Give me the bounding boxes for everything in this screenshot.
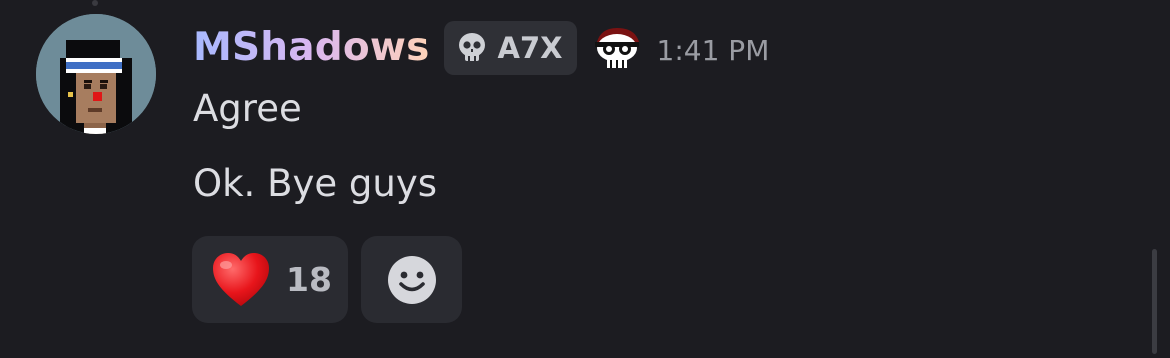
message-line: Agree [193,87,302,130]
smiley-face-icon [387,255,436,304]
server-tag[interactable]: A7X [443,21,577,75]
reaction-count: 18 [286,260,332,299]
avatar[interactable] [36,14,156,134]
thread-connector [92,0,98,6]
skull-icon [458,33,485,61]
reaction-heart[interactable]: 18 [192,236,348,323]
reactions-bar: 18 [192,236,462,323]
add-reaction-button[interactable] [361,236,462,323]
pixel-punk-avatar-icon [36,14,156,134]
scrollbar[interactable] [1152,249,1157,354]
chat-message: MShadows A7X 1:41 PM Agree Ok. Bye guys … [0,0,1170,358]
timestamp: 1:41 PM [656,34,770,67]
heart-emoji [213,252,269,306]
message-line: Ok. Bye guys [193,162,437,205]
message-header: MShadows A7X 1:41 PM [193,20,769,76]
server-tag-label: A7X [497,31,563,65]
deathbat-skull-icon[interactable] [591,24,643,72]
username[interactable]: MShadows [193,22,430,74]
